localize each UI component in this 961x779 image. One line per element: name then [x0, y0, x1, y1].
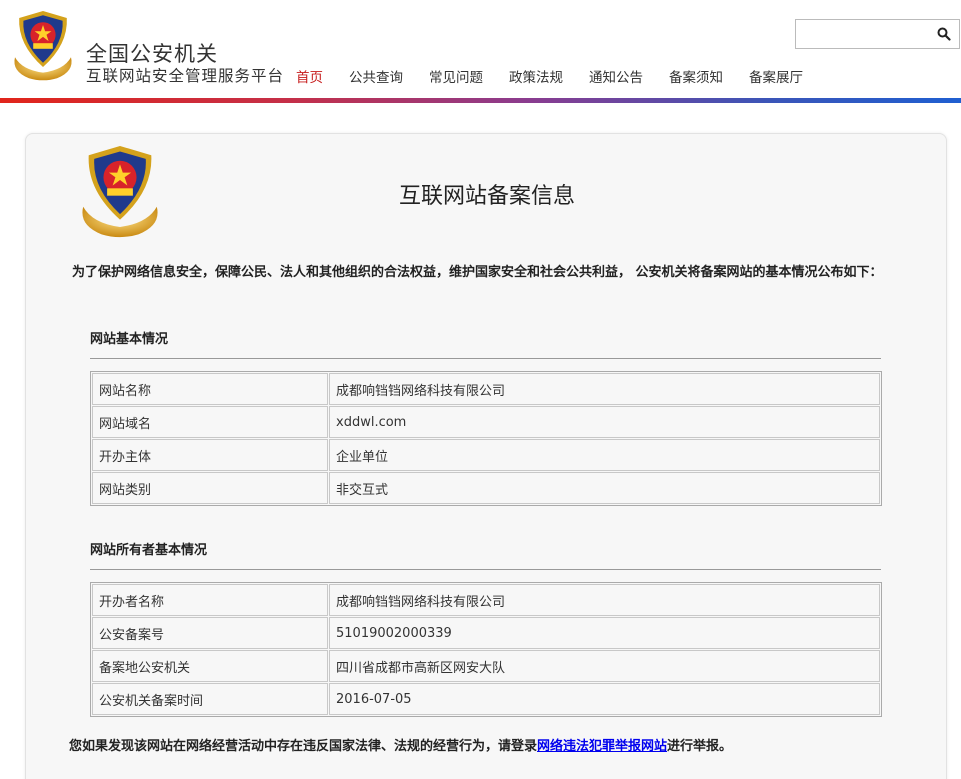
row-value: 企业单位	[329, 439, 880, 471]
table-row: 备案地公安机关 四川省成都市高新区网安大队	[92, 650, 880, 682]
row-value: 成都响铛铛网络科技有限公司	[329, 373, 880, 405]
report-notice-suffix: 进行举报。	[667, 739, 733, 754]
nav-item-public-query[interactable]: 公共查询	[349, 66, 403, 86]
table-row: 开办者名称 成都响铛铛网络科技有限公司	[92, 584, 880, 616]
row-value: 51019002000339	[329, 617, 880, 649]
nav-item-filing-hall[interactable]: 备案展厅	[749, 66, 803, 86]
owner-info-table: 开办者名称 成都响铛铛网络科技有限公司 公安备案号 51019002000339…	[90, 582, 882, 717]
nav-item-filing-guide[interactable]: 备案须知	[669, 66, 723, 86]
page-title: 互联网站备案信息	[398, 184, 575, 209]
section-heading-website: 网站基本情况	[90, 332, 169, 347]
site-subtitle: 互联网站安全管理服务平台	[86, 67, 285, 85]
row-label: 网站类别	[92, 472, 328, 504]
row-label: 开办者名称	[92, 584, 328, 616]
nav-item-home[interactable]: 首页	[296, 66, 323, 86]
main-nav: 首页 公共查询 常见问题 政策法规 通知公告 备案须知 备案展厅	[296, 66, 829, 86]
section-divider	[90, 358, 881, 359]
report-notice: 您如果发现该网站在网络经营活动中存在违反国家法律、法规的经营行为，请登录网络违法…	[69, 735, 732, 754]
nav-item-faq[interactable]: 常见问题	[429, 66, 483, 86]
section-heading-owner: 网站所有者基本情况	[90, 543, 208, 558]
row-label: 公安备案号	[92, 617, 328, 649]
police-emblem-icon	[14, 11, 72, 81]
search-icon	[937, 27, 951, 41]
row-label: 备案地公安机关	[92, 650, 328, 682]
table-row: 开办主体 企业单位	[92, 439, 880, 471]
row-value: 四川省成都市高新区网安大队	[329, 650, 880, 682]
report-notice-prefix: 您如果发现该网站在网络经营活动中存在违反国家法律、法规的经营行为，请登录	[69, 739, 538, 754]
site-header: 全国公安机关 互联网站安全管理服务平台 首页 公共查询 常见问题 政策法规 通知…	[0, 0, 961, 103]
website-info-table: 网站名称 成都响铛铛网络科技有限公司 网站域名 xddwl.com 开办主体 企…	[90, 371, 882, 506]
row-value: 2016-07-05	[329, 683, 880, 715]
row-value: xddwl.com	[329, 406, 880, 438]
search-box	[795, 19, 960, 49]
intro-text: 为了保护网络信息安全，保障公民、法人和其他组织的合法权益，维护国家安全和社会公共…	[72, 265, 883, 280]
record-info-panel: 互联网站备案信息 为了保护网络信息安全，保障公民、法人和其他组织的合法权益，维护…	[25, 133, 947, 779]
search-input[interactable]	[796, 20, 928, 48]
row-value: 非交互式	[329, 472, 880, 504]
row-label: 开办主体	[92, 439, 328, 471]
row-label: 网站名称	[92, 373, 328, 405]
row-label: 网站域名	[92, 406, 328, 438]
report-site-link[interactable]: 网络违法犯罪举报网站	[537, 739, 667, 754]
search-button[interactable]	[931, 22, 957, 46]
nav-item-policy[interactable]: 政策法规	[509, 66, 563, 86]
row-value: 成都响铛铛网络科技有限公司	[329, 584, 880, 616]
section-divider	[90, 569, 881, 570]
table-row: 公安机关备案时间 2016-07-05	[92, 683, 880, 715]
table-row: 网站域名 xddwl.com	[92, 406, 880, 438]
table-row: 网站名称 成都响铛铛网络科技有限公司	[92, 373, 880, 405]
header-divider-bar	[0, 98, 961, 103]
row-label: 公安机关备案时间	[92, 683, 328, 715]
table-row: 网站类别 非交互式	[92, 472, 880, 504]
nav-item-notices[interactable]: 通知公告	[589, 66, 643, 86]
table-row: 公安备案号 51019002000339	[92, 617, 880, 649]
